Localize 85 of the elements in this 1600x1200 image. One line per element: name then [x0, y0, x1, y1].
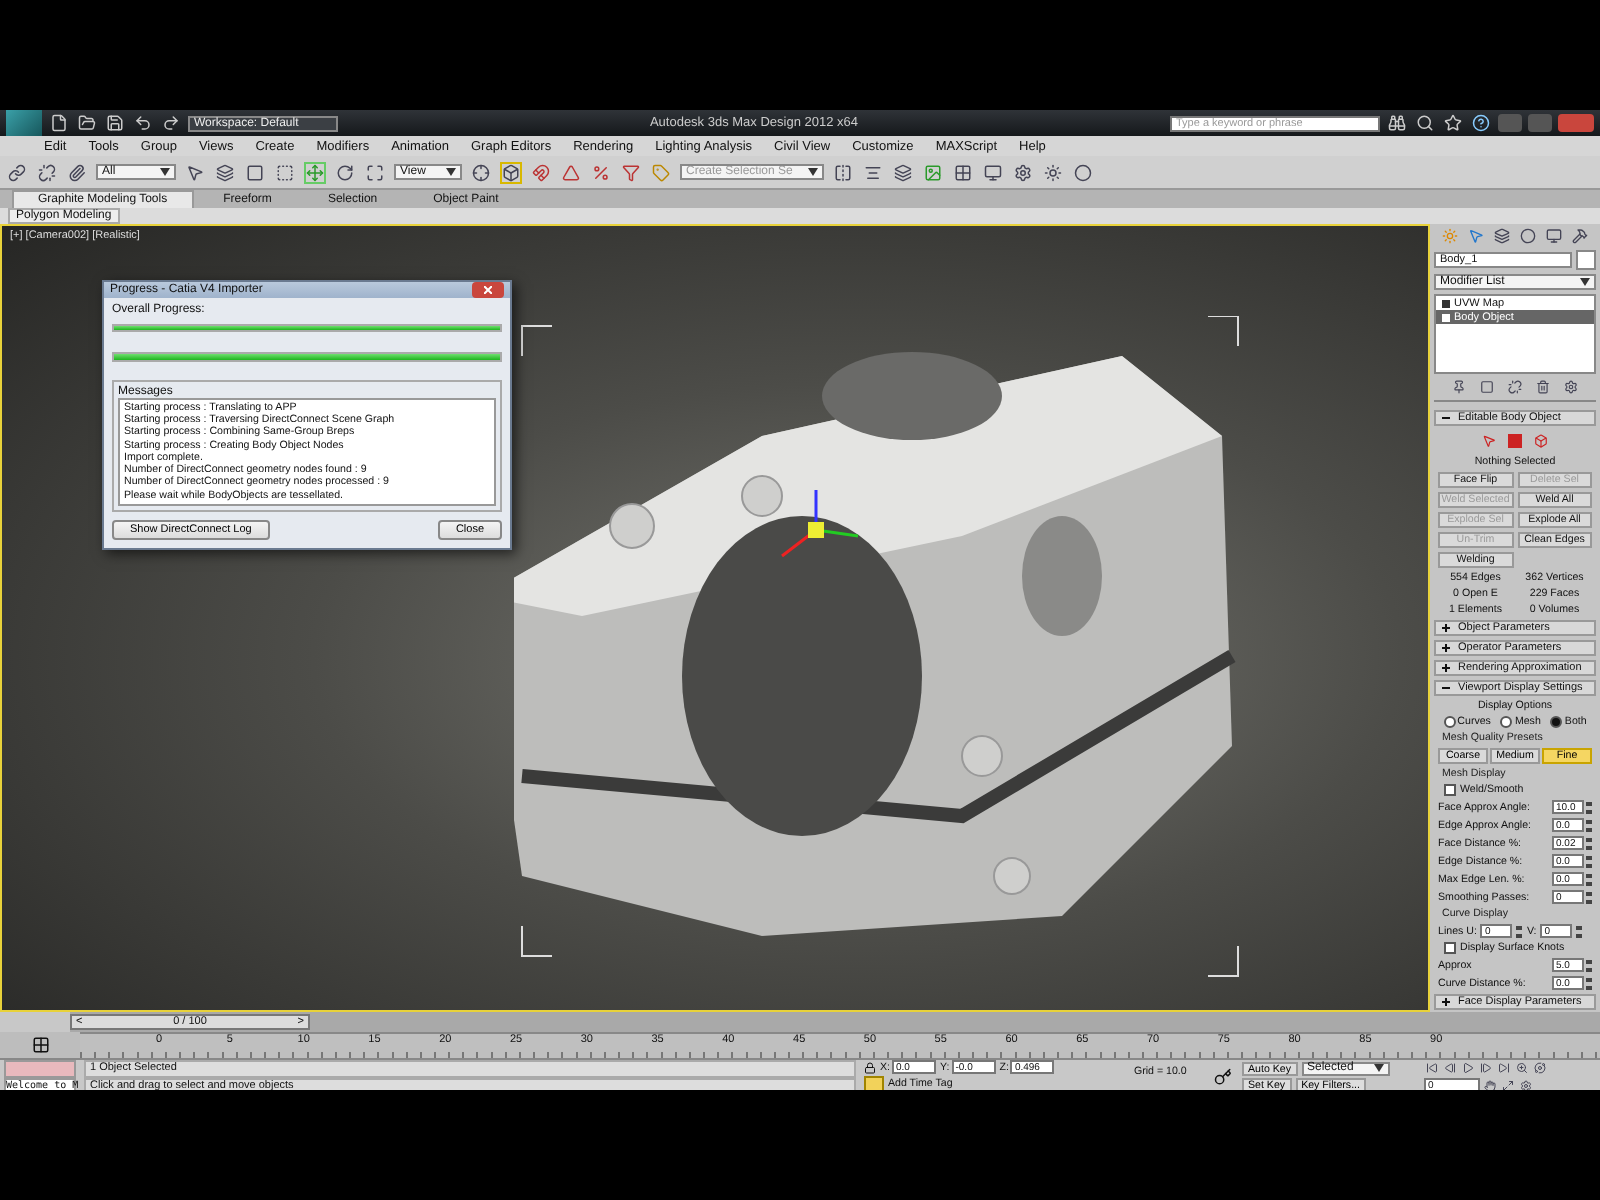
spinner-arrows-icon[interactable]	[1516, 925, 1523, 937]
spinner-arrows-icon[interactable]	[1586, 855, 1592, 867]
pointer-icon[interactable]	[1480, 432, 1498, 450]
undo-icon[interactable]	[132, 112, 154, 134]
caret-icon[interactable]	[1580, 278, 1590, 286]
circle-icon[interactable]	[1072, 161, 1094, 183]
binoculars-icon[interactable]	[1386, 112, 1408, 134]
pointer-icon[interactable]	[1466, 226, 1486, 246]
hammer-icon[interactable]	[1570, 226, 1590, 246]
square-icon[interactable]	[244, 161, 266, 183]
caret-icon[interactable]	[808, 168, 818, 176]
square-icon	[1442, 299, 1450, 307]
dashed-square-icon[interactable]	[274, 161, 296, 183]
caret-icon[interactable]	[160, 168, 170, 176]
radio-button[interactable]	[1500, 716, 1513, 728]
unlink-icon[interactable]	[36, 161, 58, 183]
go-to-end-icon[interactable]	[1496, 1060, 1512, 1077]
square-icon[interactable]	[1504, 430, 1526, 452]
triangle-icon[interactable]	[560, 161, 582, 183]
redo-icon[interactable]	[160, 112, 182, 134]
play-icon[interactable]	[1460, 1060, 1476, 1077]
next-frame-icon[interactable]	[1478, 1060, 1494, 1077]
pointer-icon[interactable]	[184, 161, 206, 183]
hand-icon[interactable]	[1482, 1077, 1498, 1090]
checkbox[interactable]	[1444, 784, 1456, 796]
crosshair-icon[interactable]	[470, 161, 492, 183]
viewport[interactable]	[0, 224, 1430, 1012]
mini-curve-editor-icon[interactable]	[0, 1032, 80, 1058]
monitor-icon[interactable]	[982, 161, 1004, 183]
plus-icon	[1442, 644, 1450, 652]
checkbox[interactable]	[1444, 942, 1456, 954]
spinner-arrows-icon[interactable]	[1586, 819, 1592, 831]
star-icon[interactable]	[1442, 112, 1464, 134]
paperclip-icon[interactable]	[66, 161, 88, 183]
settings-icon[interactable]	[1518, 1077, 1534, 1090]
monitor-icon[interactable]	[1544, 226, 1564, 246]
sun-icon[interactable]	[1042, 161, 1064, 183]
settings-icon[interactable]	[1012, 161, 1034, 183]
layers-icon[interactable]	[892, 161, 914, 183]
settings-icon[interactable]	[1562, 377, 1580, 396]
lock-icon[interactable]	[864, 1061, 876, 1074]
open-folder-icon[interactable]	[76, 112, 98, 134]
mirror-icon[interactable]	[832, 161, 854, 183]
link-icon[interactable]	[6, 161, 28, 183]
orbit-icon[interactable]	[1532, 1060, 1548, 1077]
circle-icon[interactable]	[1518, 226, 1538, 246]
help-icon[interactable]	[1470, 112, 1492, 134]
key-icon[interactable]	[1214, 1068, 1232, 1086]
unlink-icon[interactable]	[1506, 377, 1524, 396]
radio-button[interactable]	[1443, 716, 1456, 728]
magnet-icon[interactable]	[530, 161, 552, 183]
minus-icon	[1442, 414, 1450, 422]
previous-frame-icon[interactable]	[1442, 1060, 1458, 1077]
grid-icon[interactable]	[952, 161, 974, 183]
color-swatch[interactable]	[1576, 250, 1596, 270]
spinner-arrows-icon[interactable]	[1586, 837, 1592, 849]
plus-icon	[1442, 624, 1450, 632]
align-icon[interactable]	[862, 161, 884, 183]
plus-icon	[1442, 664, 1450, 672]
spinner-arrows-icon[interactable]	[1586, 959, 1592, 971]
pin-icon[interactable]	[1450, 377, 1468, 396]
rotate-icon[interactable]	[334, 161, 356, 183]
spinner-arrows-icon[interactable]	[1586, 873, 1592, 885]
close-button[interactable]	[472, 282, 504, 298]
search-icon[interactable]	[1414, 112, 1436, 134]
percent-icon[interactable]	[590, 161, 612, 183]
cube-icon[interactable]	[1532, 432, 1550, 450]
zoom-icon[interactable]	[1514, 1060, 1530, 1077]
spinner-arrows-icon[interactable]	[1576, 925, 1583, 937]
scale-icon[interactable]	[364, 161, 386, 183]
trash-icon[interactable]	[1534, 377, 1552, 396]
save-icon[interactable]	[104, 112, 126, 134]
spinner-arrows-icon[interactable]	[1586, 801, 1592, 813]
minus-icon	[1442, 684, 1450, 692]
close-icon[interactable]	[484, 286, 492, 294]
maxscript-input-field[interactable]	[4, 1060, 76, 1077]
plus-icon	[1442, 998, 1450, 1006]
go-to-start-icon[interactable]	[1424, 1060, 1440, 1077]
new-file-icon[interactable]	[48, 112, 70, 134]
caret-icon[interactable]	[446, 168, 456, 176]
radio-button[interactable]	[1550, 716, 1563, 728]
spinner-arrows-icon[interactable]	[1586, 977, 1592, 989]
square-icon	[1442, 313, 1450, 321]
spinner-arrows-icon[interactable]	[1586, 891, 1592, 903]
caret-icon[interactable]	[1373, 1064, 1383, 1073]
